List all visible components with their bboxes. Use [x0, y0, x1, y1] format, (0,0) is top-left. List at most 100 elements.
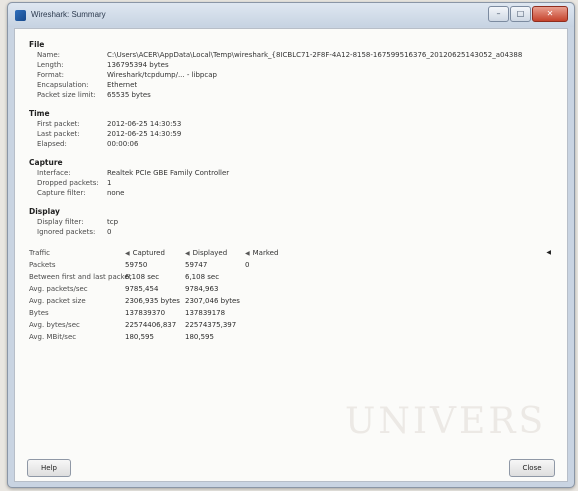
collapse-arrow-icon: ◀	[245, 250, 250, 257]
help-button[interactable]: Help	[27, 459, 71, 477]
capture-filter-row: Capture filter: none	[29, 188, 557, 198]
minimize-icon: –	[496, 9, 501, 18]
file-packet-size-limit-row: Packet size limit: 65535 bytes	[29, 90, 557, 100]
traffic-row-label: Packets	[29, 261, 56, 269]
file-encapsulation-row: Encapsulation: Ethernet	[29, 80, 557, 90]
collapse-arrow-icon: ◀	[125, 250, 130, 257]
captured-value: 180,595	[125, 333, 154, 341]
time-last-packet-value: 2012-06-25 14:30:59	[107, 130, 182, 138]
display-filter-row: Display filter: tcp	[29, 217, 557, 227]
captured-value: 6,108 sec	[125, 273, 160, 281]
captured-value: 22574406,837	[125, 321, 177, 329]
marked-value	[245, 271, 305, 283]
maximize-icon: □	[516, 9, 525, 18]
time-elapsed-label: Elapsed:	[37, 140, 67, 148]
displayed-value: 180,595	[185, 333, 214, 341]
marked-value	[245, 295, 305, 307]
captured-value: 2306,935 bytes	[125, 297, 180, 305]
captured-value: 9785,454	[125, 285, 159, 293]
table-row: Bytes 137839370 137839178	[29, 307, 557, 319]
table-row: Avg. packets/sec 9785,454 9784,963	[29, 283, 557, 295]
university-watermark: UNIVERS	[345, 401, 546, 442]
displayed-value: 137839178	[185, 309, 226, 317]
table-row: Packets 59750 59747 0	[29, 259, 557, 271]
capture-section-title: Capture	[29, 158, 63, 167]
file-name-value: C:\Users\ACER\AppData\Local\Temp\wiresha…	[107, 51, 523, 59]
display-filter-label: Display filter:	[37, 218, 84, 226]
capture-interface-value: Realtek PCIe GBE Family Controller	[107, 169, 230, 177]
display-ignored-packets-label: Ignored packets:	[37, 228, 96, 236]
time-first-packet-value: 2012-06-25 14:30:53	[107, 120, 182, 128]
display-filter-value: tcp	[107, 218, 119, 226]
traffic-column-header: Traffic	[29, 249, 51, 257]
marked-value	[245, 319, 305, 331]
traffic-row-label: Avg. packets/sec	[29, 285, 88, 293]
time-first-packet-row: First packet: 2012-06-25 14:30:53	[29, 119, 557, 129]
marked-value	[245, 283, 305, 295]
time-last-packet-label: Last packet:	[37, 130, 80, 138]
traffic-table: Traffic ◀ Captured ◀ Displayed ◀ Marked ◀ P…	[29, 247, 557, 343]
capture-interface-row: Interface: Realtek PCIe GBE Family Contr…	[29, 168, 557, 178]
close-window-button[interactable]: ✕	[532, 6, 568, 22]
collapse-arrow-icon: ◀	[185, 250, 190, 257]
display-ignored-packets-row: Ignored packets: 0	[29, 227, 557, 237]
file-name-row: Name: C:\Users\ACER\AppData\Local\Temp\w…	[29, 50, 557, 60]
file-length-label: Length:	[37, 61, 64, 69]
traffic-row-label: Avg. bytes/sec	[29, 321, 80, 329]
wireshark-app-icon	[15, 10, 26, 21]
file-packet-size-limit-label: Packet size limit:	[37, 91, 96, 99]
window-title: Wireshark: Summary	[31, 10, 106, 19]
file-name-label: Name:	[37, 51, 61, 59]
table-row: Avg. bytes/sec 22574406,837 22574375,397	[29, 319, 557, 331]
capture-dropped-packets-value: 1	[107, 179, 112, 187]
display-ignored-packets-value: 0	[107, 228, 112, 236]
marked-column-header[interactable]: ◀ Marked	[245, 247, 305, 259]
display-section-title: Display	[29, 207, 60, 216]
traffic-header-row: Traffic ◀ Captured ◀ Displayed ◀ Marked ◀	[29, 247, 557, 259]
file-packet-size-limit-value: 65535 bytes	[107, 91, 151, 99]
captured-header-label: Captured	[132, 249, 165, 257]
file-length-value: 136795394 bytes	[107, 61, 169, 69]
displayed-header-label: Displayed	[192, 249, 228, 257]
displayed-value: 59747	[185, 261, 208, 269]
file-section-title: File	[29, 40, 45, 49]
capture-filter-label: Capture filter:	[37, 189, 86, 197]
time-elapsed-row: Elapsed: 00:00:06	[29, 139, 557, 149]
traffic-row-label: Between first and last packet	[29, 273, 132, 281]
capture-dropped-packets-row: Dropped packets: 1	[29, 178, 557, 188]
capture-interface-label: Interface:	[37, 169, 71, 177]
displayed-value: 22574375,397	[185, 321, 237, 329]
captured-value: 59750	[125, 261, 148, 269]
table-row: Between first and last packet 6,108 sec …	[29, 271, 557, 283]
traffic-row-label: Avg. MBit/sec	[29, 333, 77, 341]
time-last-packet-row: Last packet: 2012-06-25 14:30:59	[29, 129, 557, 139]
summary-window: Wireshark: Summary – □ ✕ File Name: C:\U…	[7, 2, 575, 488]
traffic-row-label: Avg. packet size	[29, 297, 86, 305]
time-first-packet-label: First packet:	[37, 120, 80, 128]
maximize-button[interactable]: □	[510, 6, 531, 22]
minimize-button[interactable]: –	[488, 6, 509, 22]
displayed-value: 2307,046 bytes	[185, 297, 240, 305]
marked-value	[245, 331, 305, 343]
file-format-row: Format: Wireshark/tcpdump/... - libpcap	[29, 70, 557, 80]
watermark-text: UNIVERS	[345, 401, 547, 442]
captured-value: 137839370	[125, 309, 166, 317]
captured-column-header[interactable]: ◀ Captured	[125, 247, 185, 259]
table-row: Avg. MBit/sec 180,595 180,595	[29, 331, 557, 343]
displayed-value: 6,108 sec	[185, 273, 220, 281]
file-format-label: Format:	[37, 71, 65, 79]
marked-header-label: Marked	[252, 249, 279, 257]
expand-arrow-icon[interactable]: ◀	[546, 247, 551, 259]
window-controls: – □ ✕	[488, 6, 568, 22]
marked-value: 0	[245, 261, 250, 269]
summary-content: File Name: C:\Users\ACER\AppData\Local\T…	[29, 39, 557, 343]
summary-panel: File Name: C:\Users\ACER\AppData\Local\T…	[14, 28, 568, 482]
displayed-value: 9784,963	[185, 285, 219, 293]
displayed-column-header[interactable]: ◀ Displayed	[185, 247, 245, 259]
marked-value	[245, 307, 305, 319]
table-row: Avg. packet size 2306,935 bytes 2307,046…	[29, 295, 557, 307]
close-button[interactable]: Close	[509, 459, 555, 477]
capture-dropped-packets-label: Dropped packets:	[37, 179, 99, 187]
capture-filter-value: none	[107, 189, 125, 197]
title-bar[interactable]: Wireshark: Summary – □ ✕	[8, 3, 574, 27]
